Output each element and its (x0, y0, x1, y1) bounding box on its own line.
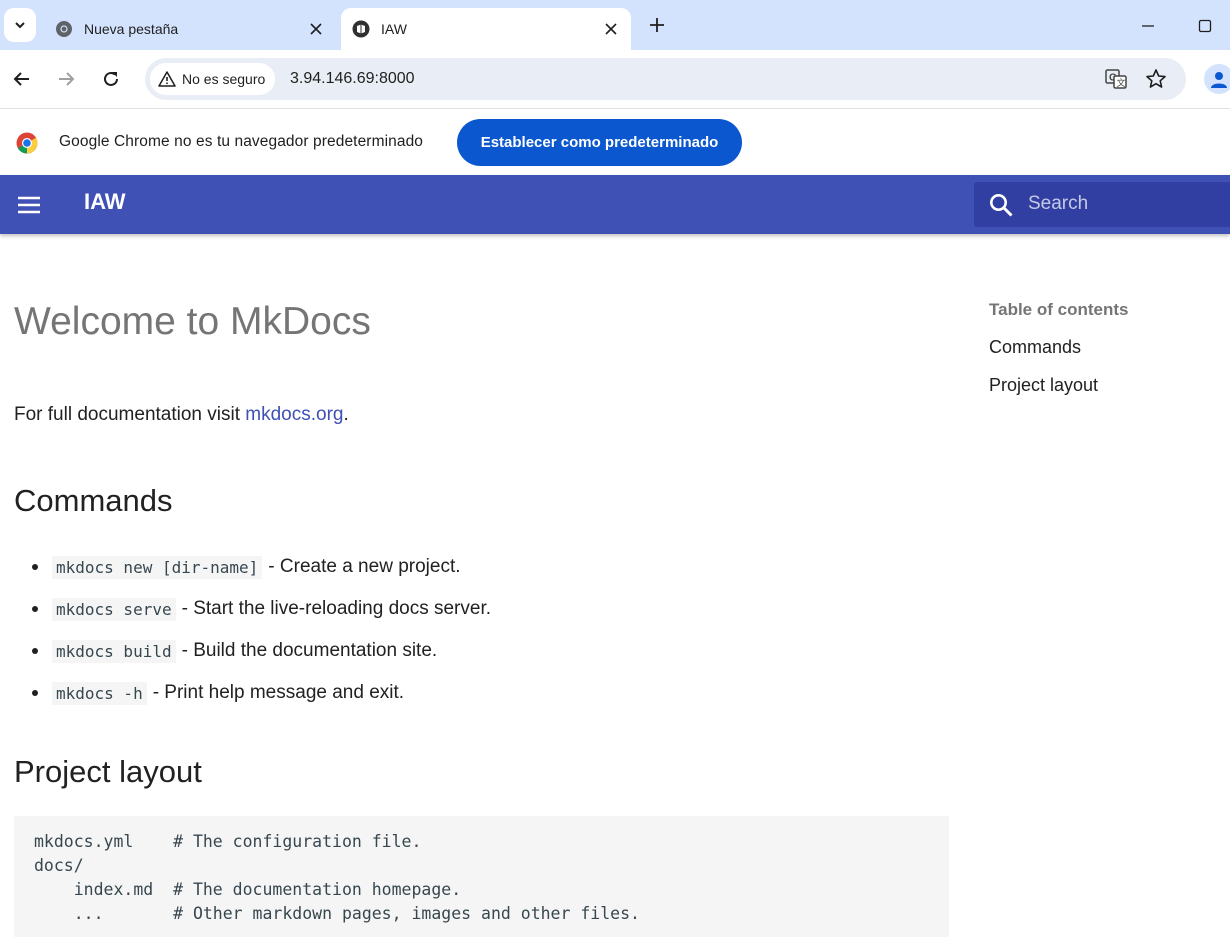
commands-heading: Commands (14, 483, 173, 518)
chrome-icon (54, 19, 74, 39)
table-of-contents: Table of contents Commands Project layou… (989, 300, 1219, 406)
search-placeholder: Search (1028, 193, 1089, 214)
command-desc: - Start the live-reloading docs server. (181, 598, 492, 619)
infobar-message: Google Chrome no es tu navegador predete… (59, 133, 424, 150)
command-desc: - Create a new project. (268, 556, 461, 577)
tab-title: Nueva pestaña (84, 21, 179, 37)
set-default-button[interactable]: Establecer como predeterminado (457, 119, 742, 166)
hamburger-menu-icon (18, 196, 40, 214)
list-item: mkdocs build - Build the documentation si… (14, 630, 491, 672)
translate-icon[interactable]: G文 (1104, 67, 1128, 91)
reload-button[interactable] (96, 64, 126, 94)
new-tab-button[interactable] (644, 12, 670, 38)
command-code: mkdocs -h (52, 681, 147, 705)
maximize-icon (1198, 19, 1212, 33)
url-text[interactable]: 3.94.146.69:8000 (290, 58, 415, 100)
minimize-icon (1142, 25, 1154, 27)
chevron-down-icon (15, 22, 25, 29)
intro-suffix: . (343, 404, 349, 425)
arrow-left-icon (13, 72, 29, 86)
command-code: mkdocs build (52, 639, 176, 663)
toc-label: Table of contents (989, 300, 1129, 319)
svg-text:文: 文 (1117, 77, 1126, 88)
search-icon (990, 194, 1013, 217)
command-desc: - Print help message and exit. (152, 682, 405, 703)
tab-nueva-pestana[interactable]: Nueva pestaña (44, 8, 336, 50)
security-chip-label: No es seguro (182, 71, 266, 87)
code-block: mkdocs.yml # The configuration file. doc… (14, 816, 949, 937)
list-item: mkdocs -h - Print help message and exit. (14, 672, 491, 714)
forward-button[interactable] (51, 64, 81, 94)
tab-iaw[interactable]: IAW (341, 8, 631, 50)
arrow-right-icon (59, 72, 75, 86)
command-desc: - Build the documentation site. (181, 640, 438, 661)
person-icon (1211, 72, 1227, 88)
project-layout-code: mkdocs.yml # The configuration file. doc… (34, 832, 640, 923)
page-title: Welcome to MkDocs (14, 300, 371, 343)
toc-item-project-layout[interactable]: Project layout (989, 372, 1219, 406)
back-button[interactable] (7, 64, 37, 94)
toc-item-commands[interactable]: Commands (989, 334, 1219, 368)
bullet (32, 606, 38, 612)
bullet (32, 648, 38, 654)
project-layout-heading: Project layout (14, 754, 202, 789)
tab-search-button[interactable] (4, 8, 36, 42)
commands-list: mkdocs new [dir-name] - Create a new proj… (14, 546, 491, 714)
close-icon[interactable] (304, 17, 328, 41)
command-code: mkdocs serve (52, 597, 176, 621)
list-item: mkdocs serve - Start the live-reloading d… (14, 588, 491, 630)
mkdocs-org-link[interactable]: mkdocs.org (245, 404, 343, 425)
default-browser-infobar: Google Chrome no es tu navegador predete… (0, 108, 1230, 175)
maximize-button[interactable] (1193, 14, 1217, 38)
command-code: mkdocs new [dir-name] (52, 555, 263, 579)
menu-button[interactable] (14, 190, 44, 220)
site-header: IAW Search (0, 175, 1230, 234)
chrome-logo-icon (16, 132, 38, 154)
tab-title: IAW (381, 21, 407, 37)
bookmark-star-icon[interactable] (1144, 67, 1168, 91)
plus-icon (650, 18, 664, 32)
security-chip[interactable]: No es seguro (150, 63, 276, 95)
browser-toolbar: No es seguro 3.94.146.69:8000 G文 (0, 50, 1230, 108)
warning-icon (158, 71, 176, 87)
intro-paragraph: For full documentation visit mkdocs.org. (14, 404, 349, 426)
tab-strip: Nueva pestaña IAW (0, 0, 1230, 50)
minimize-button[interactable] (1136, 14, 1160, 38)
profile-avatar[interactable] (1204, 64, 1230, 94)
close-icon[interactable] (599, 17, 623, 41)
bullet (32, 690, 38, 696)
bullet (32, 564, 38, 570)
intro-prefix: For full documentation visit (14, 404, 246, 425)
site-title[interactable]: IAW (84, 189, 126, 215)
mkdocs-icon (351, 19, 371, 39)
list-item: mkdocs new [dir-name] - Create a new proj… (14, 546, 491, 588)
reload-icon (104, 71, 118, 86)
address-bar[interactable]: No es seguro 3.94.146.69:8000 G文 (145, 58, 1186, 100)
search-input[interactable]: Search (974, 182, 1230, 227)
